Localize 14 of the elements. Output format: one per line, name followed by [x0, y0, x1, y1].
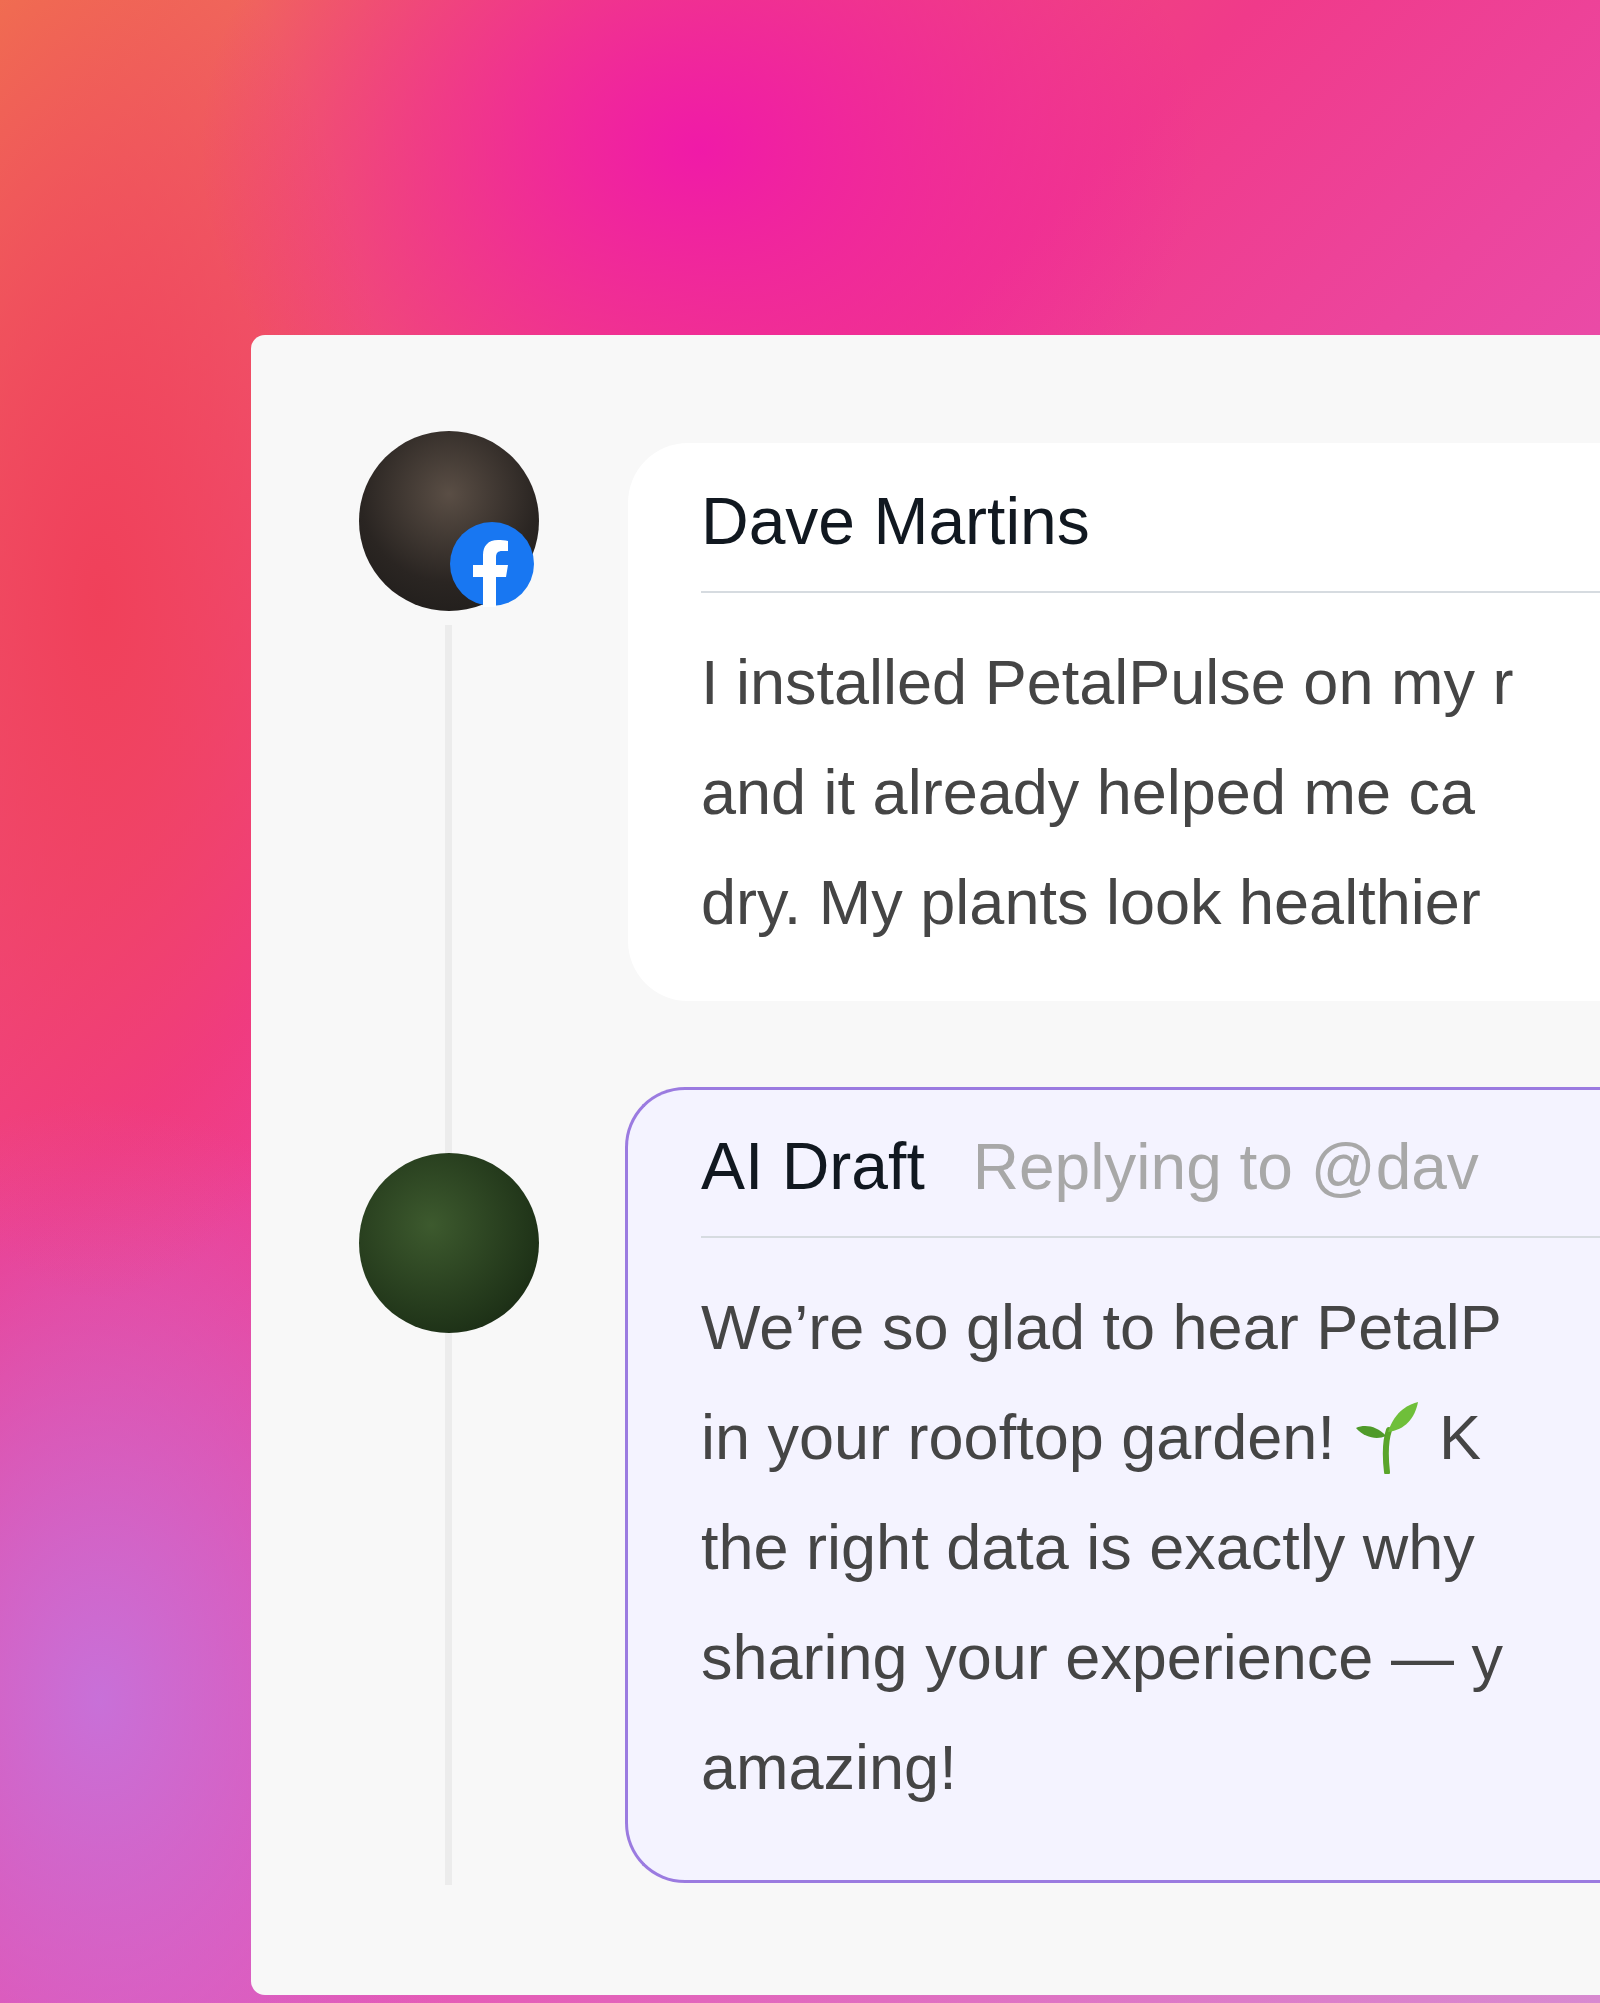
reply-text-line: We’re so glad to hear PetalP: [701, 1291, 1502, 1363]
facebook-icon: [450, 522, 534, 607]
comment-text-line: dry. My plants look healthier: [701, 866, 1481, 938]
author-name: AI Draft: [701, 1128, 925, 1204]
reply-text-line: amazing!: [701, 1731, 957, 1803]
comment-text-line: and it already helped me ca: [701, 756, 1475, 828]
reply-text-line: K: [1438, 1401, 1481, 1473]
author-name: Dave Martins: [701, 483, 1090, 559]
comment-text-line: I installed PetalPulse on my r: [701, 646, 1514, 718]
reply-text-line: the right data is exactly why: [701, 1511, 1475, 1583]
replying-to-label: Replying to @dav: [972, 1130, 1479, 1204]
reply-text-line: in your rooftop garden!: [701, 1401, 1335, 1473]
reply-text-line: sharing your experience — y: [701, 1621, 1503, 1693]
sprout-icon: [1355, 1402, 1418, 1474]
